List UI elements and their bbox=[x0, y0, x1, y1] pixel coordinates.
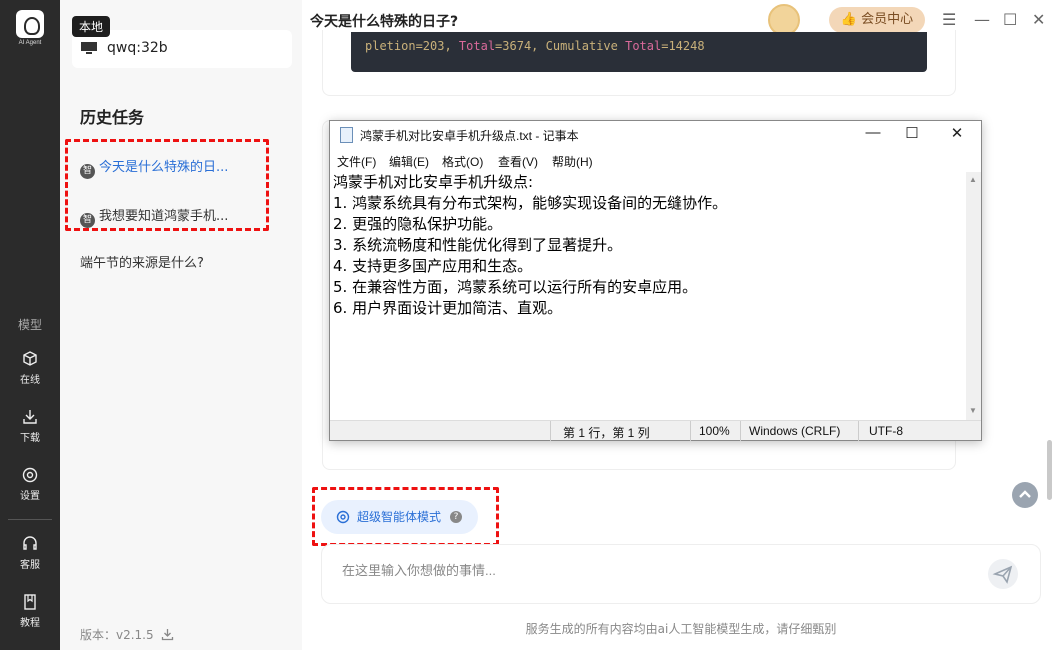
rail-nav-label: 客服 bbox=[20, 560, 40, 571]
app-logo: AI Agent bbox=[10, 10, 50, 50]
model-name: qwq:32b bbox=[107, 40, 168, 56]
scroll-down-icon[interactable]: ▼ bbox=[969, 406, 977, 415]
rail-nav-tutorial[interactable]: 教程 bbox=[0, 593, 60, 629]
local-tag: 本地 bbox=[72, 16, 111, 37]
menu-help[interactable]: 帮助(H) bbox=[552, 153, 593, 170]
text-line: 鸿蒙手机对比安卓手机升级点: bbox=[333, 173, 534, 191]
code-block: pletion=203, Total=3674, Cumulative Tota… bbox=[351, 32, 927, 72]
cube-icon bbox=[23, 351, 37, 366]
status-position: 第 1 行，第 1 列 bbox=[563, 426, 650, 440]
close-icon[interactable]: ✕ bbox=[942, 124, 972, 142]
highlight-box-history bbox=[65, 139, 269, 231]
logo-caption: AI Agent bbox=[18, 40, 42, 46]
highlight-box-agent bbox=[312, 487, 499, 546]
logo-icon bbox=[16, 10, 44, 38]
thumbs-up-icon: 👍 bbox=[840, 12, 858, 27]
vip-label: 会员中心 bbox=[861, 12, 914, 27]
send-button[interactable] bbox=[988, 559, 1018, 589]
text-line: 1. 鸿蒙系统具有分布式架构，能够实现设备间的无缝协作。 bbox=[333, 194, 728, 212]
chevron-up-icon bbox=[1019, 490, 1031, 498]
text-line: 3. 系统流畅度和性能优化得到了显著提升。 bbox=[333, 236, 623, 254]
status-divider bbox=[690, 421, 691, 441]
rail-nav-label: 下载 bbox=[20, 433, 40, 444]
rail-nav-label: 教程 bbox=[20, 618, 40, 629]
code-text: =14248 bbox=[661, 39, 705, 53]
code-keyword: Total bbox=[458, 39, 496, 53]
monitor-icon bbox=[81, 42, 97, 54]
chat-input[interactable] bbox=[342, 563, 942, 578]
status-encoding: UTF-8 bbox=[869, 424, 903, 438]
notepad-statusbar: 第 1 行，第 1 列 100% Windows (CRLF) UTF-8 bbox=[330, 420, 981, 441]
menu-view[interactable]: 查看(V) bbox=[498, 153, 538, 170]
status-divider bbox=[858, 421, 859, 441]
status-line-ending: Windows (CRLF) bbox=[749, 424, 841, 438]
send-icon bbox=[992, 565, 1013, 584]
rail-nav-support[interactable]: 客服 bbox=[0, 535, 60, 571]
minimize-icon[interactable]: — bbox=[974, 10, 990, 29]
status-divider bbox=[740, 421, 741, 441]
download-icon[interactable] bbox=[161, 628, 174, 641]
code-keyword: Total bbox=[625, 39, 662, 53]
notepad-titlebar[interactable]: 鸿蒙手机对比安卓手机升级点.txt - 记事本 — ☐ ✕ bbox=[330, 121, 981, 149]
menu-icon[interactable]: ☰ bbox=[942, 10, 956, 29]
rail-nav-label: 在线 bbox=[20, 375, 40, 386]
notepad-text-area[interactable]: 鸿蒙手机对比安卓手机升级点: 1. 鸿蒙系统具有分布式架构，能够实现设备间的无缝… bbox=[331, 172, 965, 420]
rail-divider bbox=[8, 519, 52, 520]
maximize-icon[interactable]: ☐ bbox=[1003, 10, 1017, 29]
text-line: 4. 支持更多国产应用和生态。 bbox=[333, 257, 533, 275]
history-title: 历史任务 bbox=[80, 108, 145, 127]
notepad-window: 鸿蒙手机对比安卓手机升级点.txt - 记事本 — ☐ ✕ 文件(F) 编辑(E… bbox=[329, 120, 982, 441]
code-text: pletion=203, bbox=[365, 39, 459, 53]
rail-nav-download[interactable]: 下载 bbox=[0, 408, 60, 444]
code-text: =3674, Cumulative bbox=[495, 39, 626, 53]
history-item-label: 端午节的来源是什么? bbox=[80, 256, 204, 271]
gear-icon bbox=[22, 467, 38, 483]
left-rail: AI Agent 模型 在线 下载 设置 客服 教程 bbox=[0, 0, 60, 650]
menu-edit[interactable]: 编辑(E) bbox=[389, 153, 429, 170]
history-item[interactable]: 端午节的来源是什么? bbox=[80, 252, 204, 271]
status-zoom: 100% bbox=[699, 424, 730, 438]
rail-nav-label: 设置 bbox=[20, 491, 40, 502]
close-icon[interactable]: ✕ bbox=[1032, 10, 1045, 29]
page-title: 今天是什么特殊的日子? bbox=[310, 14, 459, 30]
book-icon bbox=[24, 594, 36, 610]
chat-input-box bbox=[321, 544, 1041, 604]
main-scrollbar[interactable] bbox=[1047, 440, 1052, 500]
text-line: 6. 用户界面设计更加简洁、直观。 bbox=[333, 299, 563, 317]
rail-nav-settings[interactable]: 设置 bbox=[0, 466, 60, 502]
headset-icon bbox=[23, 536, 37, 550]
minimize-icon[interactable]: — bbox=[858, 124, 888, 141]
maximize-icon[interactable]: ☐ bbox=[897, 124, 927, 142]
text-line: 2. 更强的隐私保护功能。 bbox=[333, 215, 503, 233]
rail-section-model: 模型 bbox=[17, 318, 42, 332]
scroll-to-top-button[interactable] bbox=[1012, 482, 1038, 508]
notepad-file-icon bbox=[340, 127, 353, 143]
status-divider bbox=[550, 421, 551, 441]
version-label: 版本：v2.1.5 bbox=[80, 626, 174, 643]
menu-format[interactable]: 格式(O) bbox=[442, 153, 483, 170]
scroll-up-icon[interactable]: ▲ bbox=[969, 175, 977, 184]
notepad-title: 鸿蒙手机对比安卓手机升级点.txt - 记事本 bbox=[360, 129, 579, 143]
rail-nav-online[interactable]: 在线 bbox=[0, 350, 60, 386]
notepad-menubar: 文件(F) 编辑(E) 格式(O) 查看(V) 帮助(H) bbox=[330, 150, 981, 170]
text-line: 5. 在兼容性方面，鸿蒙系统可以运行所有的安卓应用。 bbox=[333, 278, 698, 296]
notepad-scrollbar[interactable]: ▲ ▼ bbox=[966, 172, 981, 420]
menu-file[interactable]: 文件(F) bbox=[337, 153, 376, 170]
version-text: 版本：v2.1.5 bbox=[80, 628, 154, 642]
download-icon bbox=[23, 410, 37, 424]
disclaimer: 服务生成的所有内容均由ai人工智能模型生成，请仔细甄别 bbox=[525, 622, 837, 636]
sidebar bbox=[60, 0, 302, 650]
